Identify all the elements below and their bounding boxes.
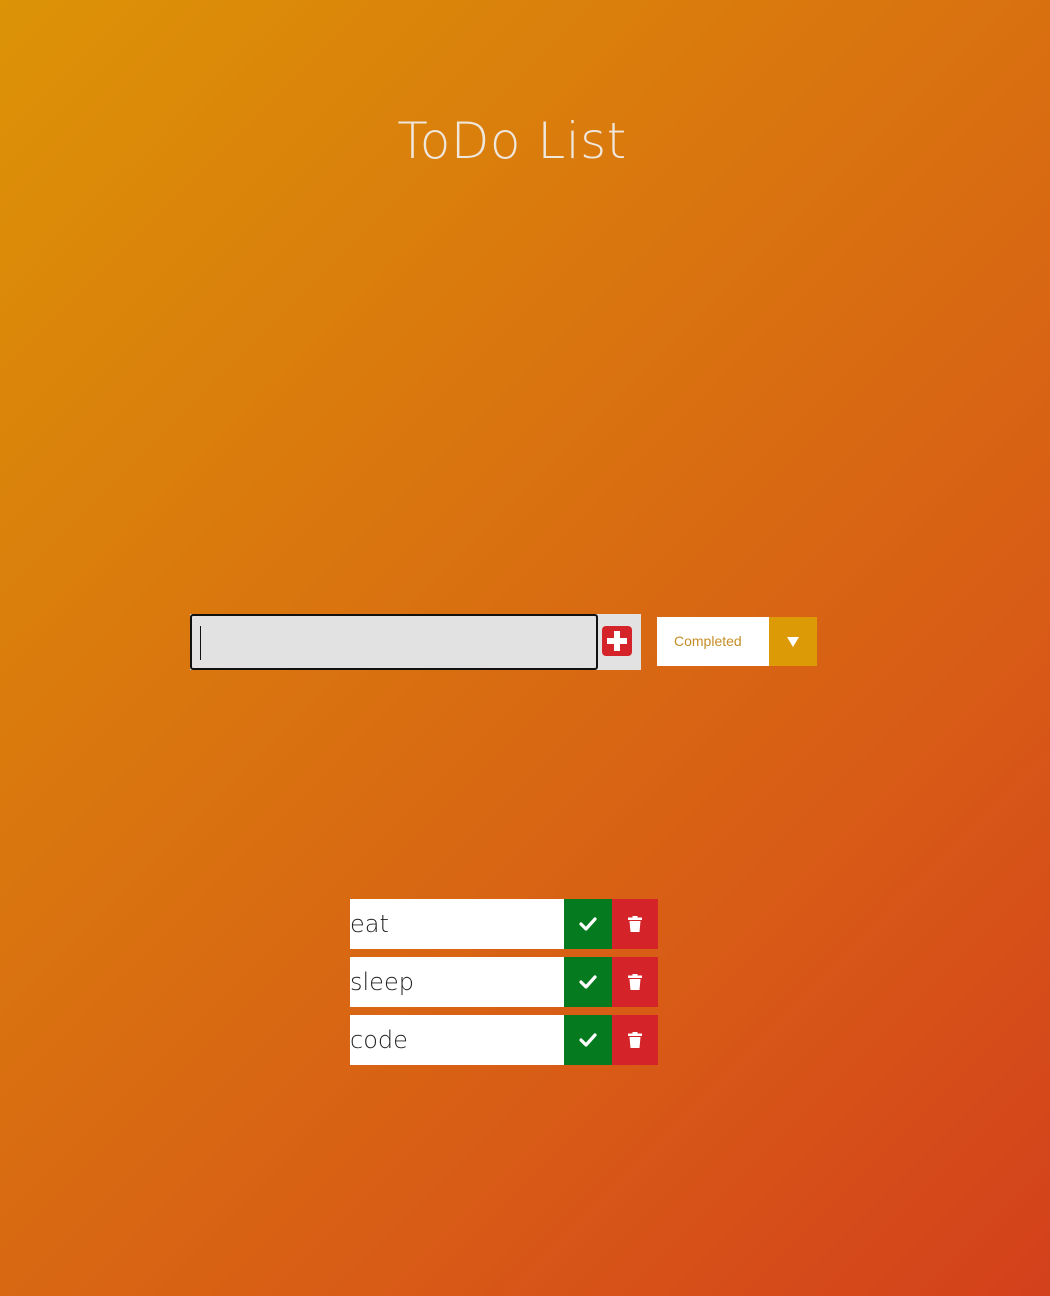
text-caret [200,626,201,660]
trash-icon [628,916,642,932]
todo-item-text: eat [350,910,389,938]
check-icon [579,1033,597,1047]
delete-button[interactable] [612,1015,658,1065]
add-todo-button[interactable] [602,626,632,656]
delete-button[interactable] [612,899,658,949]
todo-input[interactable] [190,614,598,670]
complete-button[interactable] [564,957,612,1007]
todo-list: eat sleep code [350,899,658,1073]
delete-button[interactable] [612,957,658,1007]
todo-item: code [350,1015,658,1065]
todo-item-text: code [350,1026,408,1054]
check-icon [579,917,597,931]
filter-select[interactable]: Completed [657,617,817,666]
filter-selected-value: Completed [674,633,742,649]
trash-icon [628,1032,642,1048]
todo-item: sleep [350,957,658,1007]
filter-dropdown-arrow[interactable] [769,617,817,666]
todo-item-text: sleep [350,968,414,996]
page-title: ToDo List [397,112,627,170]
todo-input-container [190,614,641,670]
plus-square-icon [607,631,627,651]
complete-button[interactable] [564,1015,612,1065]
complete-button[interactable] [564,899,612,949]
todo-item: eat [350,899,658,949]
trash-icon [628,974,642,990]
triangle-down-icon [787,636,799,647]
check-icon [579,975,597,989]
